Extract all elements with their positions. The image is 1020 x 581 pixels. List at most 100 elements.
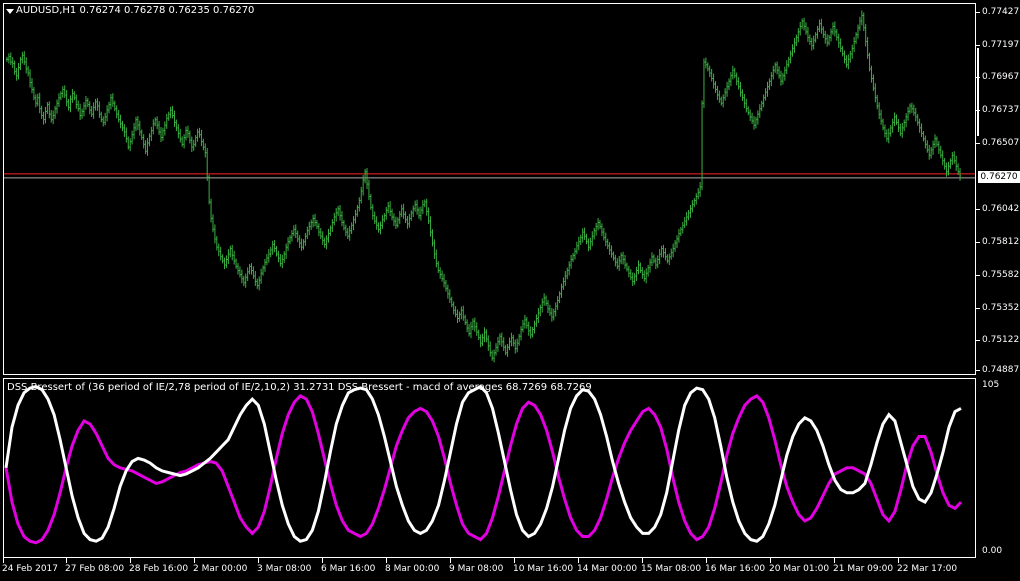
- price-bar: [200, 129, 203, 147]
- price-bar: [543, 293, 546, 306]
- price-bar: [631, 272, 634, 286]
- price-bar: [133, 122, 136, 140]
- price-bar: [448, 289, 451, 303]
- price-bar: [271, 240, 274, 255]
- price-bar: [394, 216, 397, 229]
- price-bar: [358, 197, 361, 212]
- price-axis-label: 0.75352: [982, 303, 1020, 313]
- price-bar: [148, 133, 151, 147]
- price-plot-area[interactable]: [3, 3, 976, 375]
- price-axis-tick: [976, 143, 980, 144]
- price-bar: [645, 268, 648, 284]
- price-bar: [803, 17, 806, 31]
- price-axis-label: 0.76967: [982, 72, 1020, 82]
- price-bar: [512, 334, 515, 347]
- price-bar: [514, 339, 517, 354]
- price-bar: [350, 222, 353, 235]
- price-bar: [13, 60, 16, 75]
- time-axis-tick: [642, 558, 643, 563]
- time-axis-tick: [578, 558, 579, 563]
- price-bar: [217, 243, 220, 257]
- price-bar: [937, 141, 940, 154]
- price-bar: [693, 198, 696, 208]
- price-bar: [797, 28, 800, 43]
- price-bar: [814, 32, 817, 43]
- price-bar: [312, 214, 315, 228]
- price-bar: [46, 102, 49, 114]
- price-bar: [54, 105, 57, 119]
- price-bar: [333, 212, 336, 226]
- price-bar: [733, 67, 736, 79]
- price-bar: [822, 26, 825, 38]
- price-bar: [679, 226, 682, 236]
- price-bar: [134, 116, 137, 132]
- price-bar: [903, 119, 906, 132]
- price-bar: [706, 62, 709, 72]
- price-bar: [539, 304, 542, 317]
- price-bar: [473, 317, 476, 332]
- price-bar: [381, 215, 384, 229]
- price-bar: [231, 244, 234, 261]
- price-bar: [627, 265, 630, 278]
- time-axis-label: 22 Mar 17:00: [897, 564, 958, 574]
- price-bar: [760, 100, 763, 112]
- price-bar: [943, 157, 946, 170]
- indicator-panel[interactable]: [0, 378, 1020, 558]
- price-bar: [196, 128, 199, 142]
- price-bar: [500, 332, 503, 347]
- price-bar: [805, 22, 808, 35]
- price-bar: [785, 60, 788, 74]
- price-bar: [766, 81, 769, 97]
- price-bar: [922, 130, 925, 142]
- price-bar: [398, 210, 401, 224]
- price-bar: [939, 145, 942, 159]
- price-bar: [156, 116, 159, 130]
- price-bar: [485, 329, 488, 343]
- price-bar: [541, 298, 544, 313]
- price-bar: [82, 102, 85, 117]
- price-bar: [59, 91, 62, 101]
- price-bar: [610, 245, 613, 258]
- price-bar: [111, 93, 114, 107]
- dropdown-triangle-icon[interactable]: [6, 9, 14, 14]
- price-bar: [377, 222, 380, 233]
- indicator-plot-area[interactable]: [3, 378, 976, 558]
- price-bar: [741, 89, 744, 102]
- price-bar: [912, 104, 915, 116]
- price-bar: [437, 261, 440, 273]
- price-bar: [600, 223, 603, 237]
- price-bar: [335, 207, 338, 222]
- price-bar: [581, 228, 584, 243]
- price-bar: [285, 243, 288, 259]
- price-bar: [136, 115, 139, 131]
- price-bar: [547, 300, 550, 313]
- price-bar: [302, 239, 305, 250]
- price-bar: [949, 158, 952, 169]
- price-bar: [40, 105, 43, 119]
- price-bar: [720, 96, 723, 106]
- price-bar: [5, 56, 8, 62]
- price-bar: [387, 201, 390, 214]
- price-panel[interactable]: [0, 0, 1020, 376]
- chart-window[interactable]: AUDUSD,H1 0.76274 0.76278 0.76235 0.7627…: [0, 0, 1020, 581]
- price-bar: [754, 116, 757, 129]
- price-bar: [375, 216, 378, 230]
- price-bar: [908, 103, 911, 114]
- price-bar: [662, 244, 665, 258]
- price-bar: [287, 237, 290, 251]
- price-bar: [835, 29, 838, 41]
- price-bar: [188, 130, 191, 144]
- price-bar: [575, 241, 578, 255]
- price-bar: [862, 12, 865, 32]
- price-bar: [758, 104, 761, 118]
- price-bar: [446, 284, 449, 299]
- price-axis-label: 0.77427: [982, 7, 1020, 17]
- price-bar: [695, 193, 698, 205]
- price-bar: [924, 135, 927, 149]
- price-bar: [930, 146, 933, 159]
- price-bar: [868, 52, 871, 72]
- dss-bressert-chart: [4, 384, 963, 545]
- price-bar: [86, 97, 89, 108]
- price-bar: [15, 67, 18, 81]
- price-axis-tick: [976, 340, 980, 341]
